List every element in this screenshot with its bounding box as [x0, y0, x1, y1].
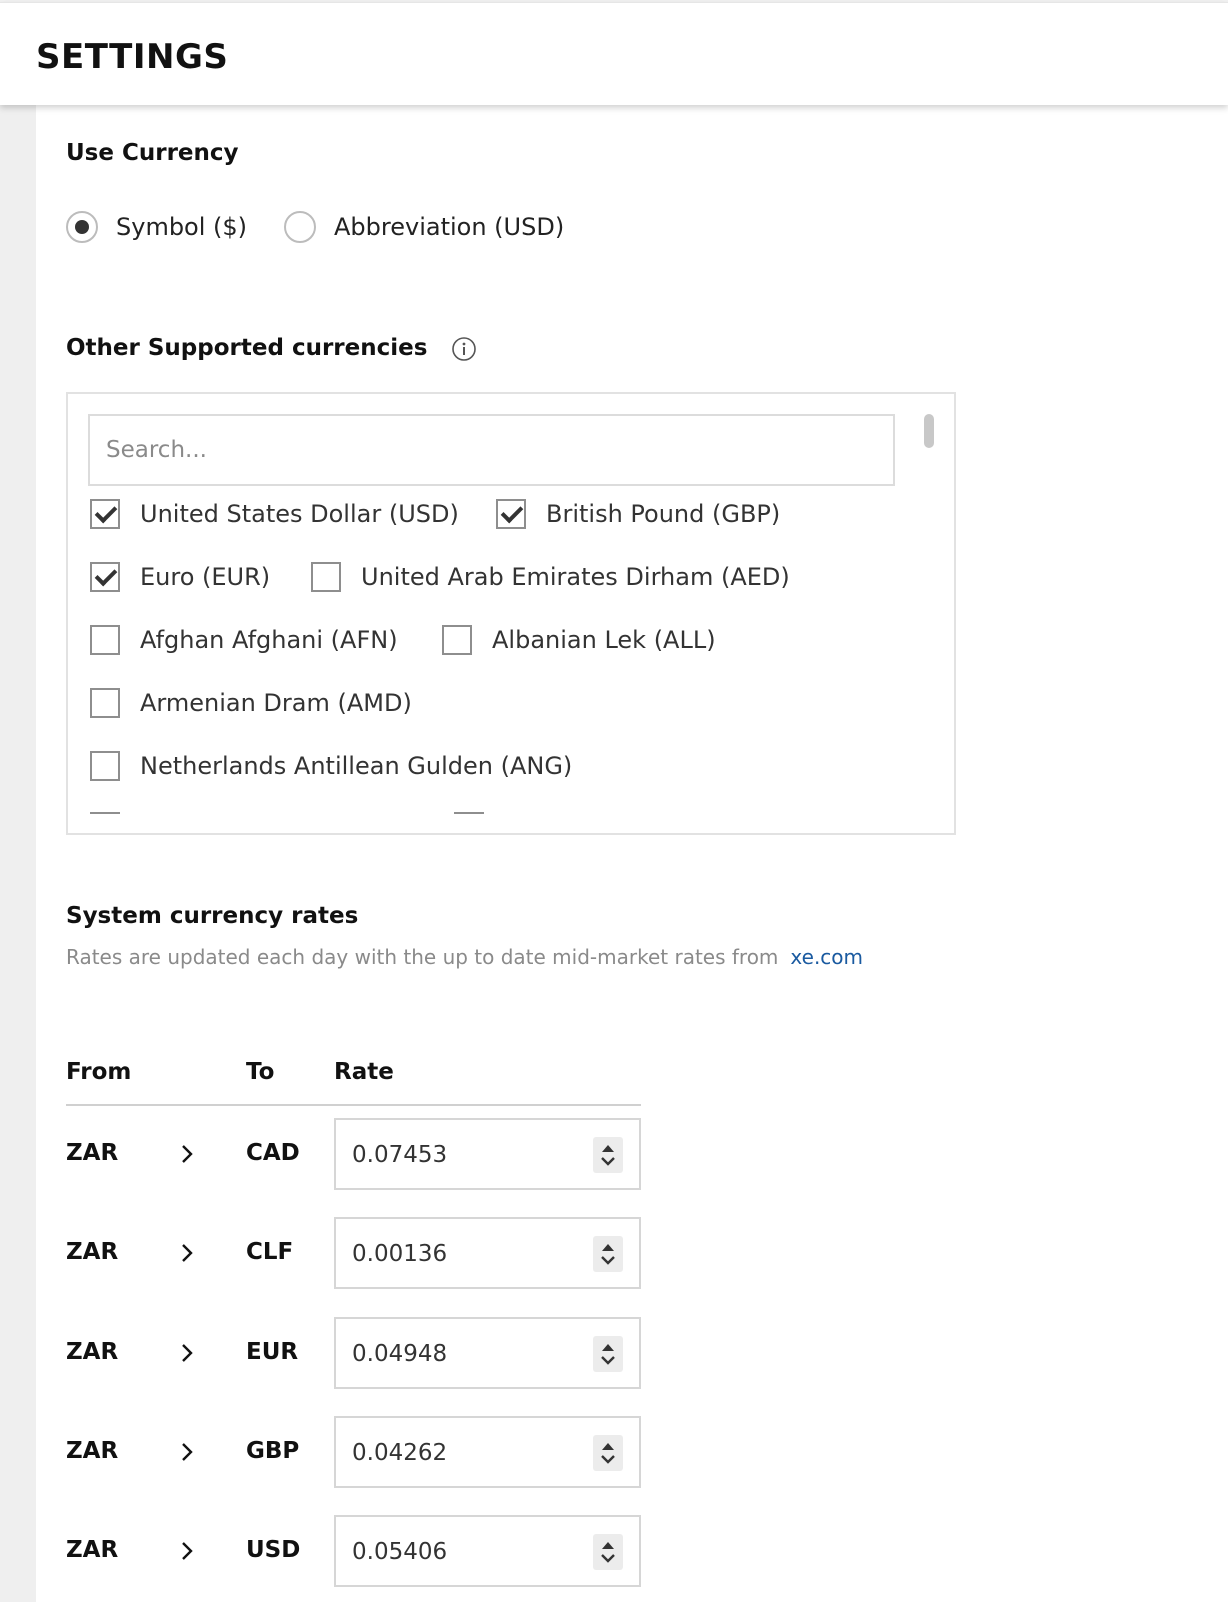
- radio-abbreviation-indicator[interactable]: [284, 211, 316, 243]
- rate-input[interactable]: 0.05406: [334, 1515, 641, 1587]
- info-icon[interactable]: [451, 336, 477, 362]
- spinner-arrows-icon[interactable]: [593, 1137, 623, 1173]
- number-spinner[interactable]: [593, 1236, 623, 1272]
- checkbox-afn[interactable]: [90, 625, 120, 655]
- column-header-from: From: [66, 1059, 132, 1085]
- radio-symbol-label: Symbol ($): [116, 213, 248, 241]
- currency-option-label: Armenian Dram (AMD): [140, 689, 412, 717]
- number-spinner[interactable]: [593, 1336, 623, 1372]
- radio-symbol-indicator[interactable]: [66, 211, 98, 243]
- spinner-arrows-icon[interactable]: [593, 1534, 623, 1570]
- rate-row: ZAR USD 0.05406: [66, 1515, 646, 1587]
- currency-option-label: British Pound (GBP): [546, 500, 781, 528]
- chevron-right-icon: [182, 1244, 193, 1262]
- chevron-right-icon: [182, 1542, 193, 1560]
- page-header: SETTINGS: [0, 2, 1228, 105]
- currency-option-afn[interactable]: Afghan Afghani (AFN): [90, 624, 398, 656]
- rate-input[interactable]: 0.04948: [334, 1317, 641, 1389]
- currency-option-label: Netherlands Antillean Gulden (ANG): [140, 752, 573, 780]
- rate-row: ZAR EUR 0.04948: [66, 1317, 646, 1389]
- spinner-arrows-icon[interactable]: [593, 1435, 623, 1471]
- chevron-right-icon: [182, 1344, 193, 1362]
- rate-input[interactable]: 0.04262: [334, 1416, 641, 1488]
- radio-symbol[interactable]: Symbol ($): [66, 211, 247, 243]
- scrollbar-thumb[interactable]: [924, 414, 934, 448]
- rate-row: ZAR CLF 0.00136: [66, 1217, 646, 1289]
- rate-input-value[interactable]: 0.04262: [352, 1440, 447, 1466]
- rate-input-value[interactable]: 0.07453: [352, 1142, 447, 1168]
- rates-description: Rates are updated each day with the up t…: [66, 945, 863, 969]
- rate-input[interactable]: 0.07453: [334, 1118, 641, 1190]
- spinner-arrows-icon[interactable]: [593, 1236, 623, 1272]
- xe-link[interactable]: xe.com: [790, 945, 863, 969]
- checkbox-amd[interactable]: [90, 688, 120, 718]
- currency-search-input[interactable]: [88, 414, 895, 486]
- rate-from: ZAR: [66, 1537, 119, 1563]
- currency-option-label: Albanian Lek (ALL): [492, 626, 716, 654]
- radio-abbreviation[interactable]: Abbreviation (USD): [284, 211, 564, 243]
- checkbox-eur[interactable]: [90, 562, 120, 592]
- rate-from: ZAR: [66, 1438, 119, 1464]
- use-currency-title: Use Currency: [66, 140, 239, 166]
- radio-abbreviation-label: Abbreviation (USD): [334, 213, 565, 241]
- currency-option-ang[interactable]: Netherlands Antillean Gulden (ANG): [90, 750, 572, 782]
- page-title: SETTINGS: [36, 37, 229, 77]
- currency-list-box[interactable]: United States Dollar (USD) British Pound…: [66, 392, 956, 835]
- currency-option-label: United States Dollar (USD): [140, 500, 459, 528]
- rate-input[interactable]: 0.00136: [334, 1217, 641, 1289]
- rate-to: GBP: [246, 1438, 300, 1464]
- checkbox-all[interactable]: [442, 625, 472, 655]
- checkbox-ang[interactable]: [90, 751, 120, 781]
- rate-input-value[interactable]: 0.04948: [352, 1341, 447, 1367]
- checkbox-gbp[interactable]: [496, 499, 526, 529]
- system-rates-title: System currency rates: [66, 903, 359, 929]
- rate-row: ZAR CAD 0.07453: [66, 1118, 646, 1190]
- other-currencies-title: Other Supported currencies: [66, 335, 428, 361]
- currency-option-label: United Arab Emirates Dirham (AED): [361, 563, 790, 591]
- rate-to: CLF: [246, 1239, 294, 1265]
- rate-to: EUR: [246, 1339, 299, 1365]
- table-header-divider: [66, 1104, 641, 1106]
- column-header-rate: Rate: [334, 1059, 394, 1085]
- currency-option-all[interactable]: Albanian Lek (ALL): [442, 624, 716, 656]
- chevron-right-icon: [182, 1443, 193, 1461]
- number-spinner[interactable]: [593, 1137, 623, 1173]
- currency-option-aed[interactable]: United Arab Emirates Dirham (AED): [311, 561, 790, 593]
- spinner-arrows-icon[interactable]: [593, 1336, 623, 1372]
- currency-option-usd[interactable]: United States Dollar (USD): [90, 498, 459, 530]
- rate-input-value[interactable]: 0.05406: [352, 1539, 447, 1565]
- number-spinner[interactable]: [593, 1435, 623, 1471]
- rate-to: CAD: [246, 1140, 300, 1166]
- left-sidebar-strip: [0, 105, 36, 1602]
- currency-option-eur[interactable]: Euro (EUR): [90, 561, 270, 593]
- checkbox-partially-hidden[interactable]: [454, 812, 484, 814]
- rate-to: USD: [246, 1537, 301, 1563]
- chevron-right-icon: [182, 1145, 193, 1163]
- currency-option-label: Euro (EUR): [140, 563, 271, 591]
- rate-row: ZAR GBP 0.04262: [66, 1416, 646, 1488]
- column-header-to: To: [246, 1059, 275, 1085]
- checkbox-partially-hidden[interactable]: [90, 812, 120, 814]
- checkbox-aed[interactable]: [311, 562, 341, 592]
- rate-from: ZAR: [66, 1140, 119, 1166]
- rate-input-value[interactable]: 0.00136: [352, 1241, 447, 1267]
- rate-from: ZAR: [66, 1239, 119, 1265]
- currency-option-label: Afghan Afghani (AFN): [140, 626, 398, 654]
- checkbox-usd[interactable]: [90, 499, 120, 529]
- currency-option-amd[interactable]: Armenian Dram (AMD): [90, 687, 412, 719]
- rates-description-text: Rates are updated each day with the up t…: [66, 945, 779, 969]
- currency-option-gbp[interactable]: British Pound (GBP): [496, 498, 780, 530]
- rate-from: ZAR: [66, 1339, 119, 1365]
- number-spinner[interactable]: [593, 1534, 623, 1570]
